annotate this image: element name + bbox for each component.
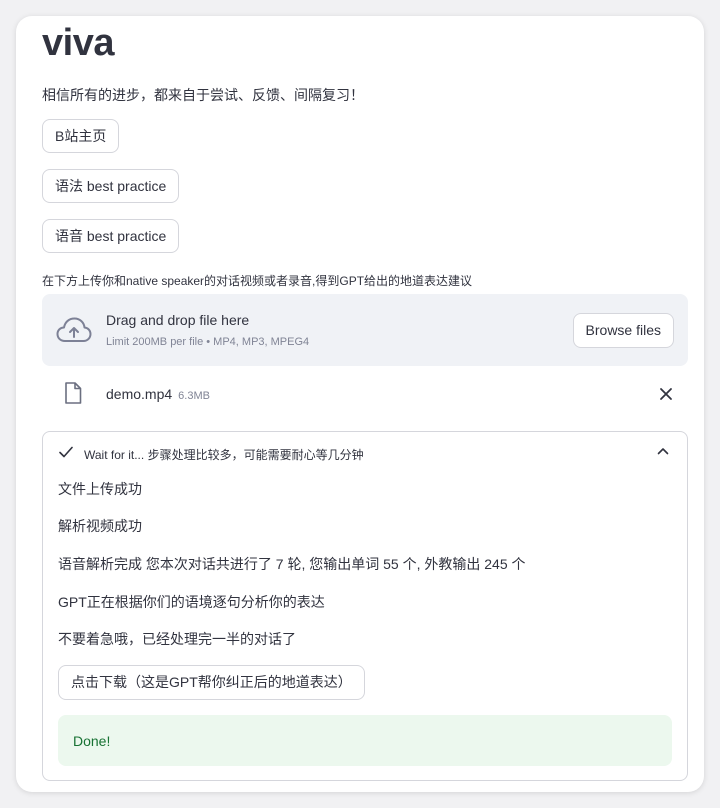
app-title: viva [42,22,114,64]
status-expander: Wait for it... 步骤处理比较多，可能需要耐心等几分钟 文件上传成功… [42,431,688,781]
status-message: 语音解析完成 您本次对话共进行了 7 轮, 您输出单词 55 个, 外教输出 2… [58,556,526,572]
cloud-upload-icon [56,317,92,342]
chevron-up-icon[interactable] [657,447,669,455]
status-message: 解析视频成功 [58,518,142,534]
dropzone-limit: Limit 200MB per file • MP4, MP3, MPEG4 [106,336,310,348]
tagline: 相信所有的进步，都来自于尝试、反馈、间隔复习！ [42,87,364,103]
status-message: 不要着急哦，已经处理完一半的对话了 [58,631,296,647]
uploaded-file-row: demo.mp4 6.3MB [42,378,688,410]
status-expander-header[interactable]: Wait for it... 步骤处理比较多，可能需要耐心等几分钟 [43,432,687,472]
download-button[interactable]: 点击下载（这是GPT帮你纠正后的地道表达） [58,665,365,700]
grammar-best-practice-button[interactable]: 语法 best practice [42,169,180,203]
uploader-label: 在下方上传你和native speaker的对话视频或者录音,得到GPT给出的地… [42,274,473,288]
check-icon [59,446,73,458]
file-name: demo.mp4 6.3MB [106,386,210,402]
success-alert: Done! [58,715,672,766]
close-icon[interactable] [656,384,676,404]
bilibili-home-button[interactable]: B站主页 [42,119,120,153]
file-dropzone[interactable]: Drag and drop file here Limit 200MB per … [42,294,688,366]
success-text: Done! [73,733,111,749]
browse-files-button[interactable]: Browse files [572,313,674,348]
status-message: GPT正在根据你们的语境逐句分析你的表达 [58,594,325,610]
file-icon [65,382,82,404]
status-title: Wait for it... 步骤处理比较多，可能需要耐心等几分钟 [84,448,364,462]
app-container: viva 相信所有的进步，都来自于尝试、反馈、间隔复习！ B站主页 语法 bes… [16,16,704,792]
file-name-text: demo.mp4 [106,386,173,402]
file-size: 6.3MB [178,390,210,402]
pronunciation-best-practice-button[interactable]: 语音 best practice [42,219,180,253]
status-message: 文件上传成功 [58,481,142,497]
dropzone-title: Drag and drop file here [106,312,250,328]
